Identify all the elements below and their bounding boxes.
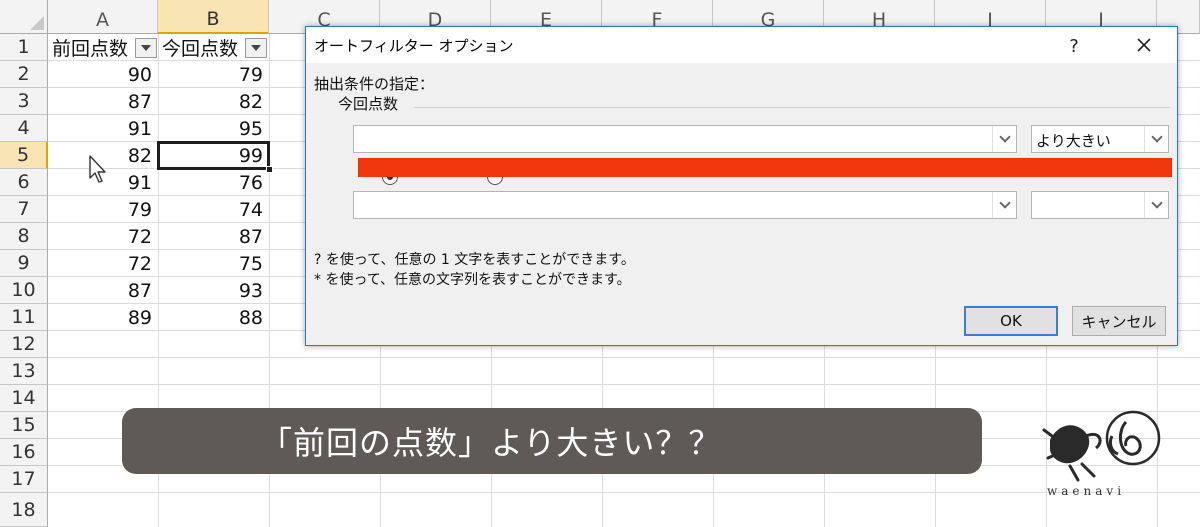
hint-any-string: * を使って、任意の文字列を表すことができます。 [314,272,631,288]
gridline [48,384,1200,385]
row-header-16[interactable]: 16 [0,439,48,466]
filter-dropdown-icon[interactable] [135,38,157,58]
chevron-down-icon[interactable] [992,126,1016,152]
group-separator [414,107,1170,108]
row-header-12[interactable]: 12 [0,331,48,358]
cell-b2[interactable]: 79 [158,61,269,88]
row-header-18[interactable]: 18 [0,493,48,527]
criteria2-operator-combo[interactable] [1031,191,1169,219]
row-header-6[interactable]: 6 [0,169,48,196]
field-name-label: 今回点数 [338,95,399,113]
dialog-title: オートフィルター オプション [314,37,514,55]
cell-b4[interactable]: 95 [158,115,269,142]
row-header-17[interactable]: 17 [0,466,48,493]
row-header-9[interactable]: 9 [0,250,48,277]
dialog-titlebar[interactable]: オートフィルター オプション ? [306,27,1177,63]
cell-b3[interactable]: 82 [158,88,269,115]
row-header-14[interactable]: 14 [0,385,48,412]
ok-button[interactable]: OK [964,306,1058,336]
fill-handle[interactable] [266,166,273,173]
row-header-7[interactable]: 7 [0,196,48,223]
chevron-down-icon[interactable] [1144,126,1168,152]
cell-b10[interactable]: 93 [158,277,269,304]
chevron-down-icon[interactable] [1144,192,1168,218]
cell-a2[interactable]: 90 [48,61,158,88]
cell-a8[interactable]: 72 [48,223,158,250]
hint-single-char: ? を使って、任意の 1 文字を表すことができます。 [314,252,635,268]
cell-a1[interactable]: 前回点数 [48,34,136,61]
close-button[interactable] [1126,31,1162,59]
corner-triangle-icon [30,16,44,30]
cell-a9[interactable]: 72 [48,250,158,277]
highlight-bar [358,158,1172,177]
criteria1-operator-combo[interactable]: より大きい [1031,125,1169,153]
cell-a4[interactable]: 91 [48,115,158,142]
logo-text: waenavi [1047,484,1126,498]
cell-b6[interactable]: 76 [158,169,269,196]
row-header-3[interactable]: 3 [0,88,48,115]
chevron-down-icon[interactable] [992,192,1016,218]
criteria1-operator: より大きい [1036,132,1111,150]
cell-a3[interactable]: 87 [48,88,158,115]
help-button[interactable]: ? [1059,33,1089,59]
mouse-cursor-icon [89,155,106,183]
cell-a11[interactable]: 89 [48,304,158,331]
caption-banner: 「前回の点数」より大きい？？ [122,408,982,474]
row-header-15[interactable]: 15 [0,412,48,439]
column-header-b[interactable]: B [158,0,269,34]
row-header-4[interactable]: 4 [0,115,48,142]
row-header-13[interactable]: 13 [0,358,48,385]
select-all-corner[interactable] [0,0,48,34]
cell-b9[interactable]: 75 [158,250,269,277]
cell-b1[interactable]: 今回点数 [158,34,246,61]
row-header-11[interactable]: 11 [0,304,48,331]
cell-b7[interactable]: 74 [158,196,269,223]
row-header-1[interactable]: 1 [0,34,48,61]
criteria2-value-combo[interactable] [353,191,1017,219]
row-header-5[interactable]: 5 [0,142,48,169]
cell-a10[interactable]: 87 [48,277,158,304]
row-header-10[interactable]: 10 [0,277,48,304]
criteria1-value-combo[interactable] [353,125,1017,153]
close-icon [1137,38,1151,52]
autofilter-options-dialog: オートフィルター オプション ? 抽出条件の指定： 今回点数 より大きい ? を… [305,26,1178,346]
active-cell-outline [157,141,270,170]
filter-dropdown-icon[interactable] [245,38,267,58]
row-header-2[interactable]: 2 [0,61,48,88]
gridline [48,492,1200,493]
column-header-a[interactable]: A [48,0,158,34]
cell-b11[interactable]: 88 [158,304,269,331]
criteria-label: 抽出条件の指定： [314,75,435,93]
cell-a7[interactable]: 79 [48,196,158,223]
row-header-8[interactable]: 8 [0,223,48,250]
caption-text: 「前回の点数」より大きい？？ [260,424,722,462]
cell-b8[interactable]: 87 [158,223,269,250]
cancel-button[interactable]: キャンセル [1072,306,1166,336]
gridline [48,357,1200,358]
